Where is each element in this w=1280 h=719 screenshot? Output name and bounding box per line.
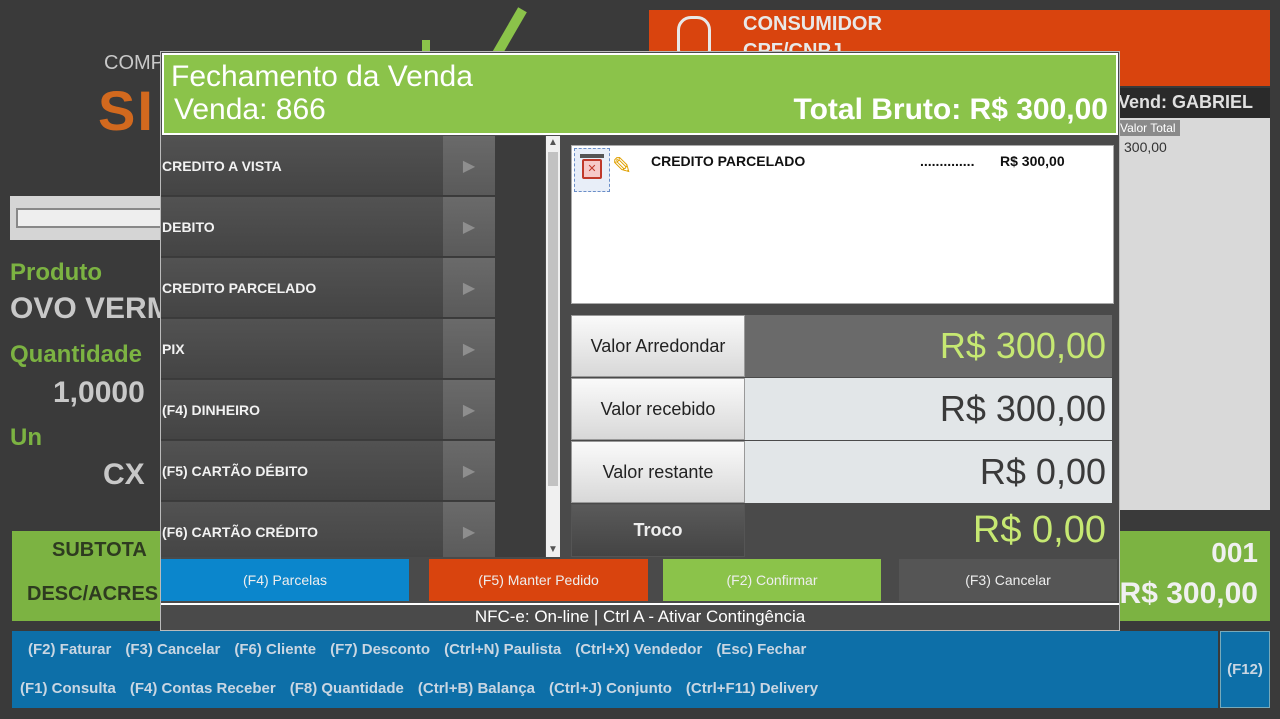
change-row: Troco R$ 0,00	[571, 504, 1112, 557]
shortcut-item[interactable]: (F4) Contas Receber	[130, 680, 276, 697]
cancel-button[interactable]: (F3) Cancelar	[899, 559, 1117, 601]
dialog-title: Fechamento da Venda	[171, 60, 473, 93]
shortcuts-bar: (F2) Faturar (F3) Cancelar (F6) Cliente (F7…	[12, 631, 1218, 708]
shortcuts-row: (F1) Consulta (F4) Contas Receber (F8) Qua…	[20, 680, 818, 697]
user-icon	[677, 16, 711, 56]
barcode-input[interactable]	[16, 208, 162, 228]
barcode-input-panel	[10, 196, 162, 240]
play-arrow-icon: ▶	[443, 258, 495, 317]
received-value-row: Valor recebido R$ 300,00	[571, 378, 1112, 440]
quantity-value: 1,0000	[53, 376, 145, 409]
payment-method-item[interactable]: CREDITO A VISTA ▶	[161, 136, 495, 196]
shortcut-item[interactable]: (F7) Desconto	[330, 641, 430, 658]
payment-method-label: CREDITO PARCELADO	[162, 279, 317, 296]
table-cell: 300,00	[1124, 139, 1167, 155]
play-arrow-icon: ▶	[443, 319, 495, 378]
payment-method-label: CREDITO A VISTA	[162, 157, 282, 174]
keep-order-button[interactable]: (F5) Manter Pedido	[429, 559, 648, 601]
shortcut-item[interactable]: (F6) Cliente	[234, 641, 316, 658]
table-header: Valor Total	[1116, 120, 1180, 136]
payment-dots: ..............	[920, 153, 975, 169]
methods-scrollbar[interactable]: ▲ ▼	[546, 136, 560, 557]
dialog-actions: (F4) Parcelas (F5) Manter Pedido (F2) Co…	[161, 559, 1119, 601]
play-arrow-icon: ▶	[443, 441, 495, 500]
shortcut-item[interactable]: (Esc) Fechar	[716, 641, 806, 658]
shortcuts-row: (F2) Faturar (F3) Cancelar (F6) Cliente (F7…	[28, 641, 806, 658]
scroll-down-icon[interactable]: ▼	[546, 543, 560, 557]
gross-total: Total Bruto: R$ 300,00	[793, 93, 1108, 126]
brand-subtitle: COMP	[104, 52, 164, 74]
item-count: 001	[1211, 537, 1258, 568]
remaining-value-button[interactable]: Valor restante	[571, 441, 745, 503]
product-value: OVO VERM	[10, 292, 172, 325]
payment-method-item[interactable]: (F5) CARTÃO DÉBITO ▶	[161, 441, 495, 501]
change-value: R$ 0,00	[745, 504, 1112, 557]
discount-label: DESC/ACRES	[27, 583, 159, 605]
shortcut-item[interactable]: (Ctrl+B) Balança	[418, 680, 535, 697]
round-value-row: Valor Arredondar R$ 300,00	[571, 315, 1112, 377]
remaining-value: R$ 0,00	[745, 441, 1112, 503]
shortcut-item[interactable]: (F1) Consulta	[20, 680, 116, 697]
consumer-label: CONSUMIDOR	[743, 13, 882, 35]
received-value[interactable]: R$ 300,00	[745, 378, 1112, 440]
payment-method-item[interactable]: PIX ▶	[161, 319, 495, 379]
play-arrow-icon: ▶	[443, 197, 495, 256]
trash-lid	[580, 154, 604, 158]
payment-method-item[interactable]: DEBITO ▶	[161, 197, 495, 257]
payment-entry: ✕ ✎ CREDITO PARCELADO .............. R$ …	[574, 148, 1104, 192]
payment-method-label: (F5) CARTÃO DÉBITO	[162, 462, 308, 479]
payment-method-item[interactable]: CREDITO PARCELADO ▶	[161, 258, 495, 318]
payment-description: CREDITO PARCELADO	[651, 153, 806, 169]
unit-label: Un	[10, 424, 42, 451]
payments-list: ✕ ✎ CREDITO PARCELADO .............. R$ …	[571, 145, 1114, 304]
play-arrow-icon: ▶	[443, 380, 495, 439]
sale-number: Venda: 866	[174, 93, 326, 126]
round-value: R$ 300,00	[745, 315, 1112, 377]
shortcut-item[interactable]: (Ctrl+J) Conjunto	[549, 680, 672, 697]
f12-button[interactable]: (F12)	[1220, 631, 1270, 708]
product-label: Produto	[10, 259, 102, 286]
round-value-button[interactable]: Valor Arredondar	[571, 315, 745, 377]
payment-value: R$ 300,00	[1000, 153, 1065, 169]
shortcut-item[interactable]: (Ctrl+N) Paulista	[444, 641, 561, 658]
payment-method-item[interactable]: (F4) DINHEIRO ▶	[161, 380, 495, 440]
brand-logo: SI	[98, 79, 155, 142]
items-table[interactable]: Valor Total 300,00	[1110, 118, 1270, 510]
payment-methods-list: CREDITO A VISTA ▶ DEBITO ▶ CREDITO PARCE…	[161, 136, 545, 557]
payment-method-label: DEBITO	[162, 218, 215, 235]
payment-method-label: (F6) CARTÃO CRÉDITO	[162, 523, 319, 540]
unit-value: CX	[103, 458, 145, 491]
edit-pencil-icon[interactable]: ✎	[612, 152, 642, 182]
shortcut-item[interactable]: (Ctrl+F11) Delivery	[686, 680, 818, 697]
shortcut-item[interactable]: (Ctrl+X) Vendedor	[575, 641, 702, 658]
change-label: Troco	[571, 504, 745, 557]
payment-method-item[interactable]: (F6) CARTÃO CRÉDITO ▶	[161, 502, 495, 557]
scroll-up-icon[interactable]: ▲	[546, 136, 560, 150]
subtotal-value: R$ 300,00	[1119, 577, 1258, 610]
scrollbar-thumb[interactable]	[548, 152, 558, 486]
payment-method-label: (F4) DINHEIRO	[162, 401, 260, 418]
received-value-button[interactable]: Valor recebido	[571, 378, 745, 440]
installments-button[interactable]: (F4) Parcelas	[161, 559, 409, 601]
trash-icon: ✕	[582, 159, 602, 179]
play-arrow-icon: ▶	[443, 502, 495, 557]
nfce-status-bar: NFC-e: On-line | Ctrl A - Ativar Conting…	[161, 603, 1119, 629]
play-arrow-icon: ▶	[443, 136, 495, 195]
shortcut-item[interactable]: (F8) Quantidade	[290, 680, 404, 697]
subtotal-label: SUBTOTA	[52, 539, 147, 561]
remaining-value-row: Valor restante R$ 0,00	[571, 441, 1112, 503]
vendor-label: Vend: GABRIEL	[1110, 88, 1270, 118]
confirm-button[interactable]: (F2) Confirmar	[663, 559, 881, 601]
shortcut-item[interactable]: (F2) Faturar	[28, 641, 111, 658]
payment-method-label: PIX	[162, 340, 185, 357]
sale-closing-dialog: Fechamento da Venda Venda: 866 Total Bru…	[160, 51, 1120, 631]
shortcut-item[interactable]: (F3) Cancelar	[125, 641, 220, 658]
delete-payment-button[interactable]: ✕	[574, 148, 610, 192]
dialog-header: Fechamento da Venda Venda: 866 Total Bru…	[162, 53, 1118, 135]
quantity-label: Quantidade	[10, 341, 143, 368]
